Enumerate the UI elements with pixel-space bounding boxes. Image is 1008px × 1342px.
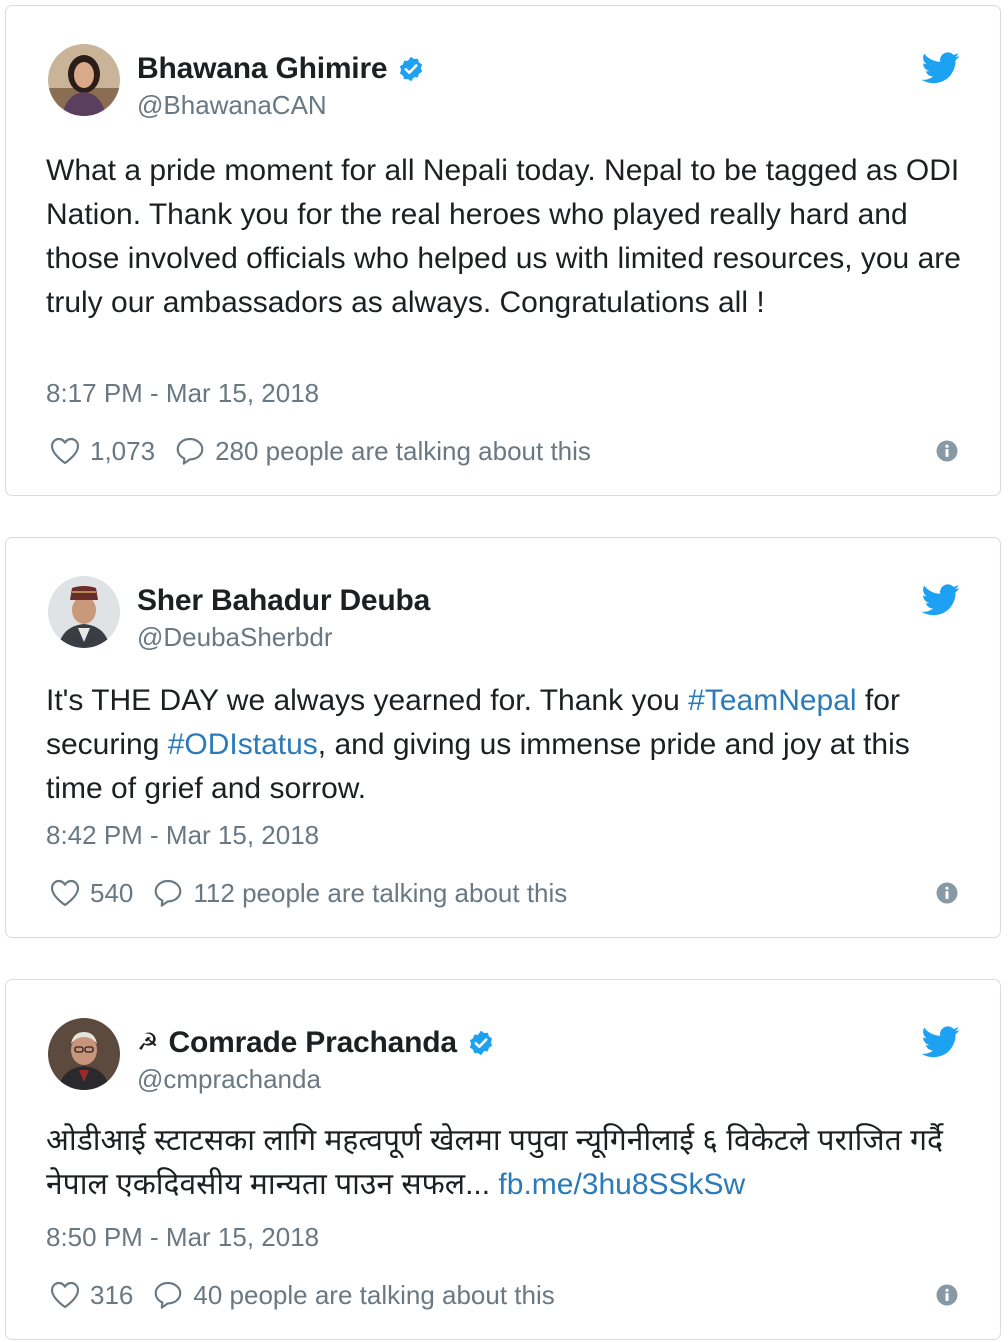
timestamp[interactable]: 8:50 PM - Mar 15, 2018: [46, 1222, 319, 1253]
display-name[interactable]: Bhawana Ghimire: [137, 52, 388, 86]
author-line[interactable]: Bhawana Ghimire: [137, 50, 425, 88]
tweet-actions: 316 40 people are talking about this: [48, 1275, 555, 1315]
avatar[interactable]: [48, 576, 120, 648]
info-circle-icon[interactable]: [936, 440, 958, 462]
display-name[interactable]: Sher Bahadur Deuba: [137, 584, 430, 618]
info-circle-icon[interactable]: [936, 882, 958, 904]
heart-outline-icon[interactable]: [48, 1279, 82, 1311]
info-circle-icon[interactable]: [936, 1284, 958, 1306]
display-name[interactable]: Comrade Prachanda: [169, 1026, 458, 1060]
user-handle[interactable]: @BhawanaCAN: [137, 90, 327, 121]
avatar[interactable]: [48, 1018, 120, 1090]
text-segment: ओडीआई स्टाटसका लागि महत्वपूर्ण खेलमा पपु…: [46, 1124, 943, 1201]
heart-outline-icon[interactable]: [48, 877, 82, 909]
user-handle[interactable]: @cmprachanda: [137, 1064, 321, 1095]
timestamp[interactable]: 8:42 PM - Mar 15, 2018: [46, 820, 319, 851]
verified-badge-icon: [400, 56, 423, 82]
talking-count[interactable]: 280 people are talking about this: [215, 436, 591, 467]
speech-bubble-icon[interactable]: [173, 435, 207, 467]
hammer-sickle-icon: ☭: [137, 1029, 159, 1056]
hashtag-link[interactable]: #TeamNepal: [688, 684, 856, 717]
text-segment: It's THE DAY we always yearned for. Than…: [46, 684, 689, 717]
external-link[interactable]: fb.me/3hu8SSkSw: [498, 1168, 745, 1201]
heart-outline-icon[interactable]: [48, 435, 82, 467]
author-line[interactable]: ☭ Comrade Prachanda: [137, 1024, 495, 1062]
speech-bubble-icon[interactable]: [151, 1279, 185, 1311]
tweet-text: What a pride moment for all Nepali today…: [46, 154, 961, 319]
verified-badge-icon: [469, 1030, 492, 1056]
hashtag-link[interactable]: #ODIstatus: [168, 728, 318, 761]
tweet-text: ओडीआई स्टाटसका लागि महत्वपूर्ण खेलमा पपु…: [46, 1119, 964, 1207]
tweet-card[interactable]: Bhawana Ghimire @BhawanaCAN What a pride…: [5, 5, 1001, 496]
timestamp[interactable]: 8:17 PM - Mar 15, 2018: [46, 378, 319, 409]
twitter-bird-icon[interactable]: [922, 584, 960, 616]
twitter-bird-icon[interactable]: [922, 52, 960, 84]
user-handle[interactable]: @DeubaSherbdr: [137, 622, 333, 653]
avatar[interactable]: [48, 44, 120, 116]
like-count[interactable]: 1,073: [90, 436, 155, 467]
speech-bubble-icon[interactable]: [151, 877, 185, 909]
like-count[interactable]: 316: [90, 1280, 133, 1311]
tweet-actions: 540 112 people are talking about this: [48, 873, 567, 913]
talking-count[interactable]: 40 people are talking about this: [193, 1280, 554, 1311]
tweet-text: It's THE DAY we always yearned for. Than…: [46, 679, 964, 811]
tweet-actions: 1,073 280 people are talking about this: [48, 431, 591, 471]
tweet-card[interactable]: ☭ Comrade Prachanda @cmprachanda ओडीआई स…: [5, 979, 1001, 1340]
like-count[interactable]: 540: [90, 878, 133, 909]
author-line[interactable]: Sher Bahadur Deuba: [137, 582, 430, 620]
tweet-card[interactable]: Sher Bahadur Deuba @DeubaSherbdr It's TH…: [5, 537, 1001, 938]
talking-count[interactable]: 112 people are talking about this: [193, 878, 567, 909]
twitter-bird-icon[interactable]: [922, 1026, 960, 1058]
